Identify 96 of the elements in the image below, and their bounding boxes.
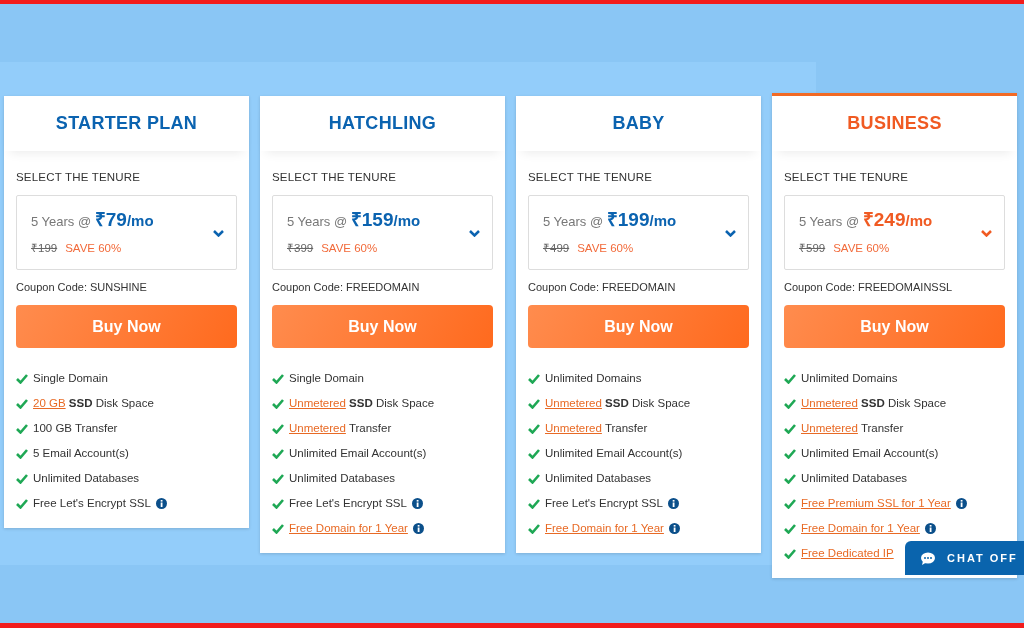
check-icon [784, 398, 796, 410]
info-icon [955, 498, 967, 510]
check-icon [272, 398, 284, 410]
check-icon [272, 498, 284, 510]
feature-text: 100 GB Transfer [33, 421, 118, 437]
check-icon [528, 523, 540, 535]
tenure-select[interactable]: 5 Years @ ₹199/mo ₹499 SAVE 60% [528, 195, 749, 270]
check-icon [272, 373, 284, 385]
feature-text: Unlimited Domains [801, 371, 898, 387]
chevron-down-icon [469, 228, 480, 237]
check-icon [784, 423, 796, 435]
plan-title: BUSINESS [847, 112, 942, 135]
chat-button[interactable]: CHAT OFF [905, 541, 1024, 575]
feature-link[interactable]: Free Domain for 1 Year [289, 522, 408, 535]
buy-now-button[interactable]: Buy Now [784, 305, 1005, 349]
check-icon [16, 448, 28, 460]
info-icon [411, 498, 423, 510]
feature-text: 20 GB SSD Disk Space [33, 396, 154, 412]
feature-text: Unlimited Databases [801, 471, 908, 487]
feature-link[interactable]: Unmetered [801, 397, 858, 410]
tenure-select[interactable]: 5 Years @ ₹159/mo ₹399 SAVE 60% [272, 195, 493, 270]
feature-text: Unmetered Transfer [289, 421, 392, 437]
chevron-down-icon [981, 228, 992, 237]
check-icon [16, 398, 28, 410]
section-label: SELECT THE TENURE [16, 170, 142, 185]
feature-text: Free Let's Encrypt SSL [33, 496, 151, 512]
check-icon [272, 473, 284, 485]
check-icon [528, 398, 540, 410]
section-label: SELECT THE TENURE [272, 170, 398, 185]
check-icon [784, 498, 796, 510]
coupon-code: Coupon Code: FREEDOMAINSSL [784, 279, 954, 295]
info-icon [667, 498, 679, 510]
check-icon [16, 473, 28, 485]
tenure-select[interactable]: 5 Years @ ₹249/mo ₹599 SAVE 60% [784, 195, 1005, 270]
feature-text: Unmetered Transfer [801, 421, 904, 437]
feature-link[interactable]: Unmetered [289, 397, 346, 410]
check-icon [16, 373, 28, 385]
chat-bubble-icon [921, 551, 935, 565]
check-icon [272, 423, 284, 435]
feature-text: Single Domain [289, 371, 364, 387]
feature-text: Unlimited Databases [33, 471, 140, 487]
feature-link[interactable]: Free Domain for 1 Year [545, 522, 664, 535]
section-label: SELECT THE TENURE [528, 170, 654, 185]
check-icon [16, 498, 28, 510]
check-icon [16, 423, 28, 435]
feature-link[interactable]: Free Premium SSL for 1 Year [801, 497, 951, 510]
check-icon [528, 498, 540, 510]
info-icon [924, 523, 936, 535]
coupon-code: Coupon Code: FREEDOMAIN [272, 279, 421, 295]
check-icon [784, 548, 796, 560]
info-icon [412, 523, 424, 535]
info-icon [155, 498, 167, 510]
chevron-down-icon [213, 228, 224, 237]
feature-text: Unlimited Domains [545, 371, 642, 387]
info-icon [668, 523, 680, 535]
check-icon [784, 523, 796, 535]
feature-text: Unmetered Transfer [545, 421, 648, 437]
feature-text: Unlimited Databases [289, 471, 396, 487]
feature-link[interactable]: Unmetered [545, 422, 602, 435]
check-icon [784, 373, 796, 385]
check-icon [528, 373, 540, 385]
feature-link[interactable]: Unmetered [289, 422, 346, 435]
plan-title: STARTER PLAN [55, 112, 198, 135]
feature-link[interactable]: Free Domain for 1 Year [801, 522, 920, 535]
feature-link[interactable]: Unmetered [545, 397, 602, 410]
buy-now-button[interactable]: Buy Now [528, 305, 749, 349]
feature-link[interactable]: Unmetered [801, 422, 858, 435]
feature-text: Unlimited Email Account(s) [801, 446, 939, 462]
plan-title: HATCHLING [328, 112, 437, 135]
buy-now-button[interactable]: Buy Now [16, 305, 237, 349]
chevron-down-icon [725, 228, 736, 237]
feature-text: Free Let's Encrypt SSL [289, 496, 407, 512]
feature-link[interactable]: 20 GB [33, 397, 66, 410]
coupon-code: Coupon Code: FREEDOMAIN [528, 279, 677, 295]
feature-text: Free Let's Encrypt SSL [545, 496, 663, 512]
feature-text: 5 Email Account(s) [33, 446, 129, 462]
feature-text: Unlimited Email Account(s) [289, 446, 427, 462]
feature-text: Unlimited Databases [545, 471, 652, 487]
check-icon [272, 523, 284, 535]
tenure-select[interactable]: 5 Years @ ₹79/mo ₹199 SAVE 60% [16, 195, 237, 270]
section-label: SELECT THE TENURE [784, 170, 910, 185]
feature-text: Unmetered SSD Disk Space [545, 396, 691, 412]
check-icon [528, 473, 540, 485]
check-icon [528, 423, 540, 435]
buy-now-button[interactable]: Buy Now [272, 305, 493, 349]
feature-text: Unmetered SSD Disk Space [801, 396, 947, 412]
feature-text: Unmetered SSD Disk Space [289, 396, 435, 412]
coupon-code: Coupon Code: SUNSHINE [16, 279, 148, 295]
check-icon [528, 448, 540, 460]
feature-text: Single Domain [33, 371, 108, 387]
feature-link[interactable]: Free Dedicated IP [801, 547, 894, 560]
feature-text: Unlimited Email Account(s) [545, 446, 683, 462]
check-icon [272, 448, 284, 460]
check-icon [784, 473, 796, 485]
check-icon [784, 448, 796, 460]
plan-title: BABY [612, 112, 665, 135]
